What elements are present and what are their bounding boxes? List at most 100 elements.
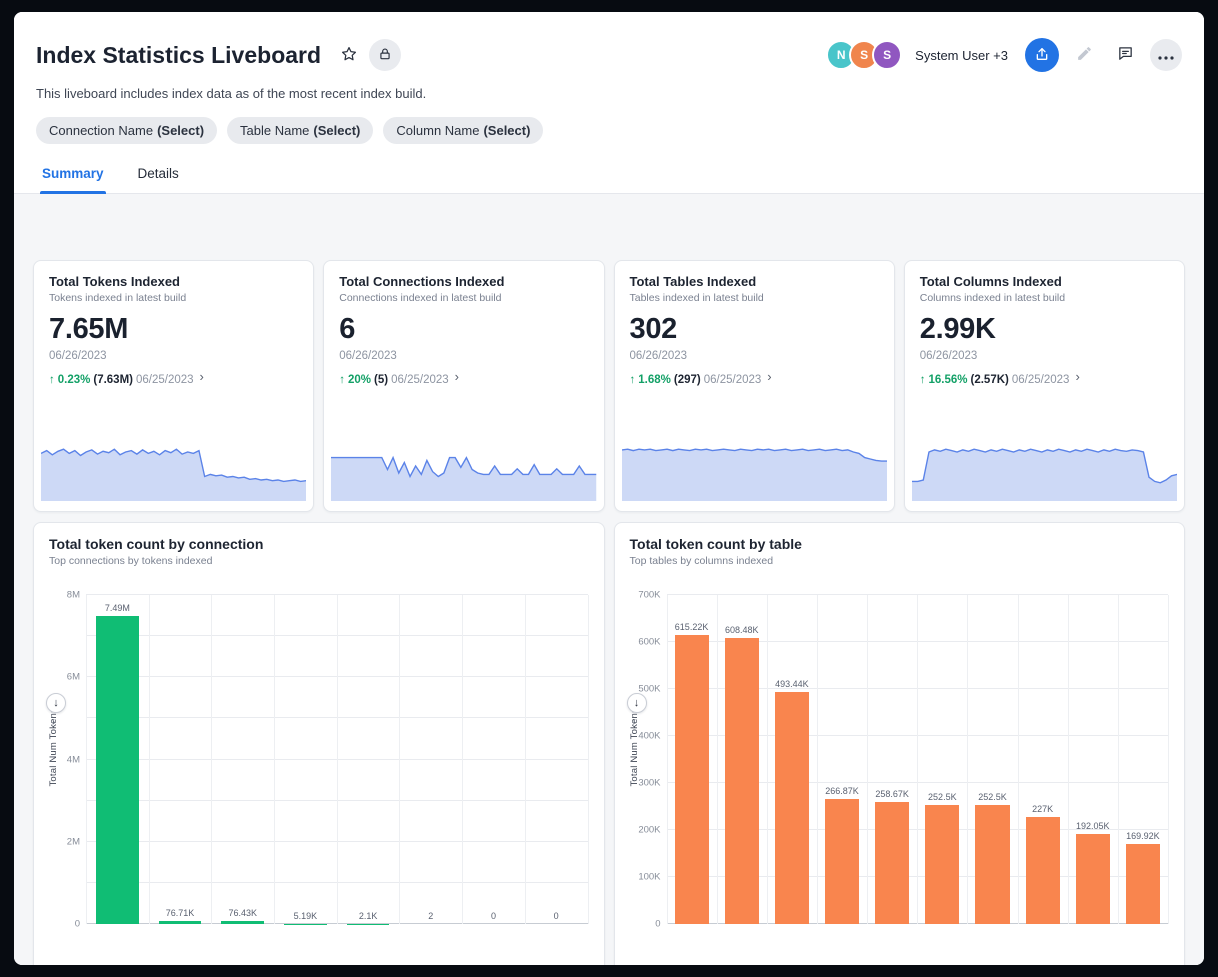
share-icon: [1034, 46, 1050, 65]
gridline-vertical: [1168, 595, 1169, 924]
kpi-title: Total Columns Indexed: [920, 274, 1169, 289]
bar[interactable]: [775, 692, 809, 924]
kpi-change-arrow: ↑: [49, 374, 55, 386]
bar-value-label: 0: [554, 911, 559, 921]
edit-button[interactable]: [1068, 39, 1100, 71]
bar[interactable]: [1126, 844, 1160, 924]
y-axis-menu-button[interactable]: ↓: [46, 693, 66, 713]
bar-value-label: 7.49M: [105, 603, 130, 613]
y-tick-label: 100K: [638, 872, 660, 883]
kpi-change-row[interactable]: ↑ 0.23% (7.63M) 06/25/2023 ›: [49, 372, 298, 387]
kpi-change-arrow: ↑: [920, 374, 926, 386]
y-tick-label: 4M: [67, 754, 80, 765]
gridline-vertical: [211, 595, 212, 924]
kpi-change-percent: 0.23%: [58, 374, 91, 386]
bar-value-label: 76.71K: [166, 908, 195, 918]
kpi-change-row[interactable]: ↑ 1.68% (297) 06/25/2023 ›: [630, 372, 879, 387]
filter-select-value: (Select): [157, 123, 204, 138]
gridline-vertical: [399, 595, 400, 924]
title-row: Index Statistics Liveboard NSS System Us…: [36, 36, 1182, 74]
liveboard-content: Total Tokens Indexed Tokens indexed in l…: [14, 194, 1204, 965]
gridline-vertical: [525, 595, 526, 924]
kpi-change-percent: 1.68%: [638, 374, 671, 386]
gridline-vertical: [1018, 595, 1019, 924]
bar-value-label: 76.43K: [228, 908, 257, 918]
gridline-vertical: [717, 595, 718, 924]
gridline-vertical: [337, 595, 338, 924]
more-button[interactable]: [1150, 39, 1182, 71]
share-button[interactable]: [1025, 38, 1059, 72]
bar[interactable]: [725, 638, 759, 924]
kpi-change-arrow: ↑: [339, 374, 345, 386]
bar[interactable]: [1076, 834, 1110, 924]
charts-row: Total token count by connection Top conn…: [33, 522, 1185, 965]
kpi-subtitle: Columns indexed in latest build: [920, 292, 1169, 304]
bar[interactable]: [1026, 817, 1060, 924]
chevron-right-icon: ›: [455, 369, 459, 384]
kpi-change-row[interactable]: ↑ 16.56% (2.57K) 06/25/2023 ›: [920, 372, 1169, 387]
y-tick-label: 0: [75, 919, 80, 930]
comment-icon: [1117, 45, 1134, 65]
kpi-previous-date: 06/25/2023: [391, 374, 449, 386]
kpi-card-total-columns: Total Columns Indexed Columns indexed in…: [904, 260, 1185, 512]
filter-label: Connection Name: [49, 123, 153, 138]
bar[interactable]: [975, 805, 1009, 924]
gridline-vertical: [817, 595, 818, 924]
plot-area: 7.49M76.71K76.43K5.19K2.1K200: [86, 595, 588, 924]
kpi-title: Total Connections Indexed: [339, 274, 588, 289]
header-actions: NSS System User +3: [826, 38, 1182, 72]
filter-label: Table Name: [240, 123, 309, 138]
gridline-vertical: [149, 595, 150, 924]
kpi-card-total-connections: Total Connections Indexed Connections in…: [323, 260, 604, 512]
filter-chip[interactable]: Column Name(Select): [383, 117, 543, 144]
kpi-card-total-tables: Total Tables Indexed Tables indexed in l…: [614, 260, 895, 512]
bar[interactable]: [159, 921, 202, 924]
filter-label: Column Name: [396, 123, 479, 138]
kpi-value: 6: [339, 313, 588, 346]
bar[interactable]: [825, 799, 859, 924]
lock-button[interactable]: [369, 39, 401, 71]
y-tick-label: 8M: [67, 590, 80, 601]
bar-value-label: 0: [491, 911, 496, 921]
kpi-previous-value: (297): [674, 374, 701, 386]
kpi-sparkline: [41, 431, 306, 501]
liveboard-description: This liveboard includes index data as of…: [36, 86, 1182, 101]
filter-chip[interactable]: Table Name(Select): [227, 117, 373, 144]
kpi-previous-date: 06/25/2023: [136, 374, 194, 386]
y-tick-label: 2M: [67, 836, 80, 847]
kpi-previous-value: (2.57K): [971, 374, 1009, 386]
bar[interactable]: [925, 805, 959, 924]
y-tick-label: 200K: [638, 825, 660, 836]
chevron-right-icon: ›: [767, 369, 771, 384]
filter-chip[interactable]: Connection Name (Select): [36, 117, 217, 144]
kpi-card-total-tokens: Total Tokens Indexed Tokens indexed in l…: [33, 260, 314, 512]
bar-value-label: 252.5K: [978, 792, 1007, 802]
y-axis-expand-chevron[interactable]: ›: [633, 717, 636, 728]
y-tick-label: 0: [655, 919, 660, 930]
kpi-value: 7.65M: [49, 313, 298, 346]
avatar[interactable]: S: [872, 40, 902, 70]
y-axis-menu-button[interactable]: ↓: [627, 693, 647, 713]
gridline-vertical: [967, 595, 968, 924]
favorite-star-button[interactable]: [333, 39, 365, 71]
kpi-value: 302: [630, 313, 879, 346]
gridline-vertical: [667, 595, 668, 924]
authors-label[interactable]: System User +3: [915, 48, 1008, 63]
avatar-group[interactable]: NSS: [826, 40, 902, 70]
bar[interactable]: [875, 802, 909, 924]
kpi-previous-date: 06/25/2023: [1012, 374, 1070, 386]
bar[interactable]: [96, 616, 139, 924]
kpi-sparkline: [912, 431, 1177, 501]
bar[interactable]: [675, 635, 709, 924]
tab-summary[interactable]: Summary: [40, 166, 106, 193]
comment-button[interactable]: [1109, 39, 1141, 71]
y-axis-expand-chevron[interactable]: ›: [52, 717, 55, 728]
y-tick-label: 500K: [638, 684, 660, 695]
bar-value-label: 493.44K: [775, 679, 809, 689]
bar-value-label: 169.92K: [1126, 831, 1160, 841]
kpi-change-percent: 16.56%: [929, 374, 968, 386]
bar[interactable]: [221, 921, 264, 924]
kpi-date: 06/26/2023: [49, 350, 298, 362]
kpi-change-row[interactable]: ↑ 20% (5) 06/25/2023 ›: [339, 372, 588, 387]
tab-details[interactable]: Details: [136, 166, 181, 193]
